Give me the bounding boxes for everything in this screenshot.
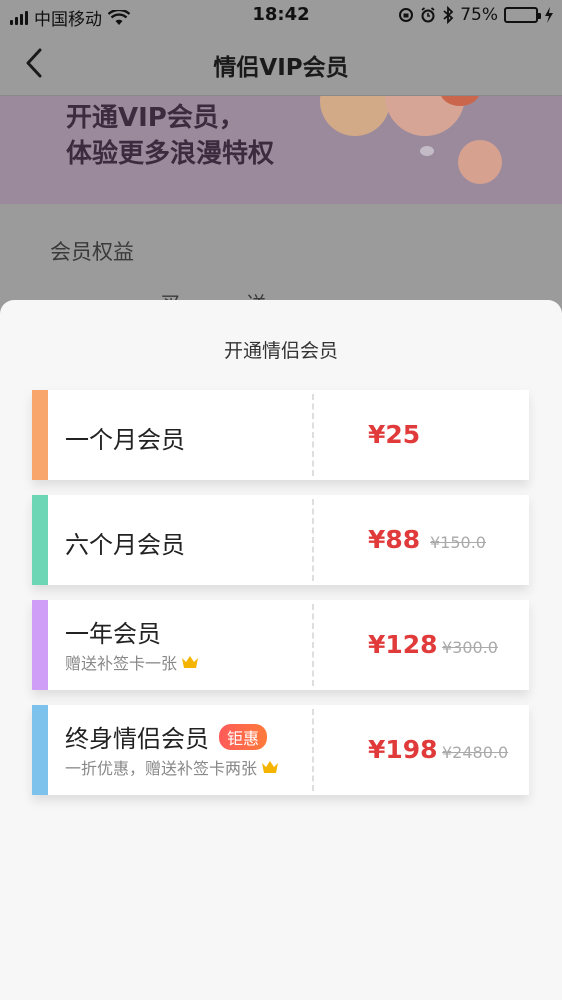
plan-name: 终身情侣会员 [65, 725, 209, 753]
vip-banner: 开通VIP会员， 体验更多浪漫特权 [0, 96, 562, 204]
alarm-icon [421, 7, 435, 23]
dashed-divider [312, 499, 314, 581]
crown-icon [262, 761, 279, 773]
plan-price: ¥25 [368, 420, 421, 449]
status-right: 75% [398, 5, 554, 25]
battery-percent: 75% [460, 5, 498, 25]
lock-rotation-icon [399, 8, 414, 22]
plan-card-monthly[interactable]: 一个月会员 ¥25 [32, 390, 529, 480]
plan-name: 六个月会员 [65, 531, 185, 559]
sheet-title: 开通情侣会员 [223, 340, 338, 362]
dashed-divider [312, 604, 314, 686]
plan-original-price: ¥300.0 [442, 638, 498, 657]
plan-name-row: 终身情侣会员 钜惠 [65, 719, 268, 754]
plan-color-bar [32, 705, 48, 795]
nav-bar: 情侣VIP会员 [0, 30, 562, 96]
crown-icon [182, 656, 199, 668]
bluetooth-icon [443, 6, 454, 24]
dashed-divider [312, 394, 314, 476]
status-bar: 中国移动 18:42 75% [0, 0, 562, 30]
charging-icon [545, 7, 553, 23]
decor-bubble [320, 96, 390, 136]
plan-subtitle-text: 赠送补签卡一张 [65, 654, 178, 673]
plan-subtitle: 一折优惠，赠送补签卡两张 [65, 755, 279, 779]
plan-price: ¥88 [368, 525, 421, 554]
plan-price: ¥128 [368, 630, 438, 659]
decor-bubble [420, 146, 434, 156]
plan-color-bar [32, 390, 48, 480]
plan-name: 一年会员 [65, 620, 161, 648]
plan-price: ¥198 [368, 735, 438, 764]
banner-line-1: 开通VIP会员， [66, 103, 245, 133]
decor-bubble [458, 140, 502, 184]
deal-badge: 钜惠 [219, 724, 268, 750]
plan-name: 一个月会员 [65, 426, 185, 454]
banner-line-2: 体验更多浪漫特权 [66, 139, 275, 169]
benefits-title: 会员权益 [50, 240, 134, 264]
battery-icon [504, 7, 541, 23]
plan-original-price: ¥150.0 [430, 533, 486, 552]
plan-subtitle: 赠送补签卡一张 [65, 650, 199, 674]
plan-subtitle-text: 一折优惠，赠送补签卡两张 [65, 759, 258, 778]
plan-card-lifetime[interactable]: 终身情侣会员 钜惠 一折优惠，赠送补签卡两张 ¥198 ¥2480.0 [32, 705, 529, 795]
dashed-divider [312, 709, 314, 791]
plan-color-bar [32, 600, 48, 690]
banner-text: 开通VIP会员， 体验更多浪漫特权 [66, 100, 274, 172]
plan-color-bar [32, 495, 48, 585]
plan-original-price: ¥2480.0 [442, 743, 509, 762]
plan-card-six-months[interactable]: 六个月会员 ¥88 ¥150.0 [32, 495, 529, 585]
page-title: 情侣VIP会员 [213, 55, 349, 81]
plan-card-yearly[interactable]: 一年会员 赠送补签卡一张 ¥128 ¥300.0 [32, 600, 529, 690]
purchase-sheet: 开通情侣会员 一个月会员 ¥25 六个月会员 ¥88 ¥150.0 一年会员 赠… [0, 300, 562, 1000]
